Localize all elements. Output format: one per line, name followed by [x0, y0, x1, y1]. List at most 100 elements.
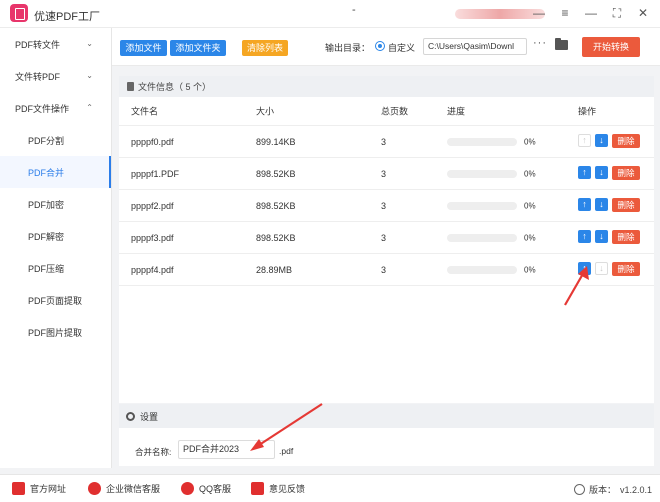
- feedback-icon: [251, 482, 264, 495]
- column-header-size: 大小: [256, 106, 275, 117]
- custom-output-radio[interactable]: [375, 41, 385, 51]
- delete-button[interactable]: 删除: [612, 134, 640, 148]
- progress-percent: 0%: [524, 201, 536, 210]
- clear-list-button[interactable]: 清除列表: [242, 40, 288, 56]
- folder-icon[interactable]: [555, 38, 568, 50]
- version-label: 版本：: [588, 485, 616, 495]
- footer-link-label: QQ客服: [199, 484, 232, 494]
- sidebar-group-pdf-to-file[interactable]: PDF转文件 ⌄: [0, 28, 111, 60]
- move-up-button[interactable]: ↑: [578, 166, 591, 179]
- table-row[interactable]: ppppf3.pdf 898.52KB 3 0% ↑ ↓ 删除: [119, 222, 654, 254]
- sidebar-group-label: PDF文件操作: [15, 103, 70, 114]
- column-header-pages: 总页数: [381, 106, 409, 117]
- move-down-button[interactable]: ↓: [595, 166, 608, 179]
- progress-bar: [447, 138, 517, 146]
- delete-button[interactable]: 删除: [612, 230, 640, 244]
- wechat-icon: [88, 482, 101, 495]
- start-convert-button[interactable]: 开始转换: [582, 37, 640, 57]
- move-up-button[interactable]: ↑: [578, 198, 591, 211]
- table-header: 文件名 大小 总页数 进度 操作: [119, 97, 654, 126]
- sidebar-item-pdf-merge[interactable]: PDF合并: [0, 156, 111, 188]
- sidebar-group-label: PDF转文件: [15, 39, 61, 50]
- sidebar-item-pdf-split[interactable]: PDF分割: [0, 124, 111, 156]
- output-dir-label: 输出目录：: [325, 43, 371, 53]
- sidebar-group-file-to-pdf[interactable]: 文件转PDF ⌄: [0, 60, 111, 92]
- table-row[interactable]: ppppf4.pdf 28.89MB 3 0% ↑ ↓ 删除: [119, 254, 654, 286]
- website-icon: [12, 482, 25, 495]
- sidebar-item-pdf-encrypt[interactable]: PDF加密: [0, 188, 111, 220]
- sidebar: PDF转文件 ⌄ 文件转PDF ⌄ PDF文件操作 ⌃ PDF分割 PDF合并 …: [0, 28, 112, 468]
- move-up-button[interactable]: ↑: [578, 230, 591, 243]
- delete-button[interactable]: 删除: [612, 198, 640, 212]
- delete-button[interactable]: 删除: [612, 262, 640, 276]
- title-separator: -: [352, 4, 356, 16]
- feedback-link[interactable]: 意见反馈: [251, 482, 305, 495]
- file-list-panel: 文件信息（ 5 个） 文件名 大小 总页数 进度 操作 ppppf0.pdf 89…: [119, 76, 654, 403]
- table-row[interactable]: ppppf0.pdf 899.14KB 3 0% ↑ ↓ 删除: [119, 126, 654, 158]
- output-path-field[interactable]: C:\Users\Qasim\Downl: [423, 38, 527, 55]
- file-size: 898.52KB: [256, 168, 296, 179]
- file-name: ppppf3.pdf: [131, 232, 174, 243]
- wechat-support-link[interactable]: 企业微信客服: [88, 482, 160, 495]
- file-name: ppppf1.PDF: [131, 168, 180, 179]
- table-row[interactable]: ppppf1.PDF 898.52KB 3 0% ↑ ↓ 删除: [119, 158, 654, 190]
- app-title: 优速PDF工厂: [34, 11, 100, 23]
- footer: 官方网址 企业微信客服 QQ客服 意见反馈 版本： v1.2.0.1: [0, 474, 660, 502]
- page-count: 3: [381, 136, 387, 147]
- qq-icon: [181, 482, 194, 495]
- file-size: 898.52KB: [256, 232, 296, 243]
- page-count: 3: [381, 264, 387, 275]
- move-down-button[interactable]: ↓: [595, 230, 608, 243]
- table-row[interactable]: ppppf2.pdf 898.52KB 3 0% ↑ ↓ 删除: [119, 190, 654, 222]
- more-options-icon[interactable]: ···: [533, 37, 547, 49]
- footer-link-label: 企业微信客服: [106, 484, 161, 494]
- sidebar-group-pdf-operations[interactable]: PDF文件操作 ⌃: [0, 92, 111, 124]
- progress-bar: [447, 170, 517, 178]
- sidebar-item-pdf-image-extract[interactable]: PDF图片提取: [0, 316, 111, 348]
- custom-output-label: 自定义: [388, 43, 416, 53]
- progress-bar: [447, 202, 517, 210]
- minus-icon[interactable]: —: [532, 6, 546, 20]
- file-name: ppppf2.pdf: [131, 200, 174, 211]
- document-icon: [127, 82, 134, 91]
- progress-percent: 0%: [524, 233, 536, 242]
- footer-link-label: 意见反馈: [269, 484, 306, 494]
- page-count: 3: [381, 232, 387, 243]
- toolbar: 添加文件 添加文件夹 清除列表 输出目录： 自定义 C:\Users\Qasim…: [112, 28, 660, 66]
- column-header-filename: 文件名: [131, 106, 159, 117]
- move-down-button[interactable]: ↓: [595, 262, 608, 275]
- file-name: ppppf4.pdf: [131, 264, 174, 275]
- official-website-link[interactable]: 官方网址: [12, 482, 66, 495]
- qq-support-link[interactable]: QQ客服: [181, 482, 231, 495]
- progress-bar: [447, 266, 517, 274]
- menu-icon[interactable]: ≡: [558, 6, 572, 20]
- app-logo-icon: [10, 4, 28, 22]
- move-up-button[interactable]: ↑: [578, 262, 591, 275]
- file-name: ppppf0.pdf: [131, 136, 174, 147]
- close-icon[interactable]: ✕: [636, 6, 650, 20]
- settings-title: 设置: [140, 411, 159, 422]
- page-count: 3: [381, 200, 387, 211]
- delete-button[interactable]: 删除: [612, 166, 640, 180]
- minimize-icon[interactable]: —: [584, 6, 598, 20]
- chevron-down-icon: ⌄: [86, 39, 93, 48]
- fullscreen-icon[interactable]: ⛶: [610, 6, 624, 20]
- move-down-button[interactable]: ↓: [595, 198, 608, 211]
- file-size: 28.89MB: [256, 264, 293, 275]
- merge-name-input[interactable]: PDF合并2023: [178, 440, 275, 459]
- title-bar: 优速PDF工厂 - — ≡ — ⛶ ✕: [0, 0, 660, 28]
- file-info-title: 文件信息（ 5 个）: [138, 82, 212, 92]
- merge-name-label: 合并名称:: [135, 447, 172, 457]
- progress-percent: 0%: [524, 265, 536, 274]
- version-info: 版本： v1.2.0.1: [573, 483, 652, 496]
- column-header-progress: 进度: [447, 106, 466, 117]
- add-folder-button[interactable]: 添加文件夹: [170, 40, 226, 56]
- sidebar-item-pdf-page-extract[interactable]: PDF页面提取: [0, 284, 111, 316]
- move-down-button[interactable]: ↓: [595, 134, 608, 147]
- page-count: 3: [381, 168, 387, 179]
- gear-icon: [126, 411, 135, 421]
- move-up-button[interactable]: ↑: [578, 134, 591, 147]
- add-file-button[interactable]: 添加文件: [120, 40, 167, 56]
- sidebar-item-pdf-decrypt[interactable]: PDF解密: [0, 220, 111, 252]
- sidebar-item-pdf-compress[interactable]: PDF压缩: [0, 252, 111, 284]
